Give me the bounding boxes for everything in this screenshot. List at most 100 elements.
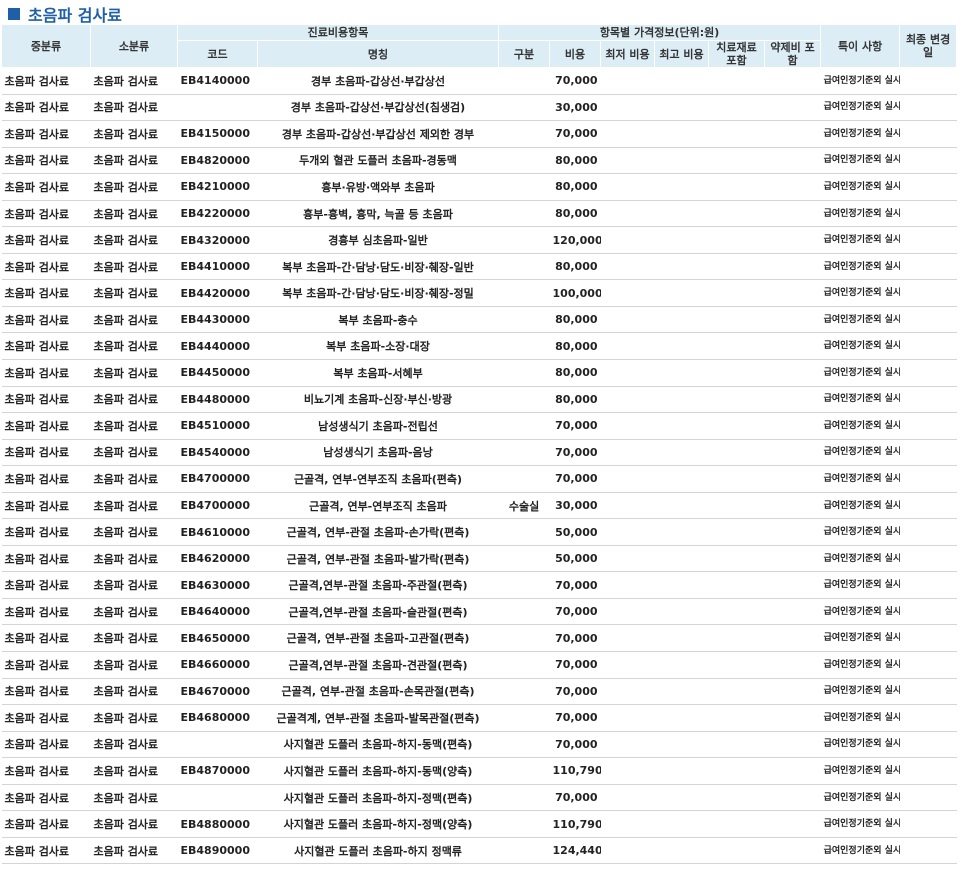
min-cost-cell: [600, 386, 655, 414]
type-cell: [498, 253, 550, 281]
material-cell: [708, 492, 765, 520]
item-name-cell: 근골격,연부-관절 초음파-주관절(편측): [257, 571, 499, 599]
material-cell: [708, 332, 765, 361]
cost-cell: 80,000: [549, 173, 601, 201]
sub-category-cell: 초음파 검사료: [90, 810, 178, 838]
min-cost-cell: [600, 492, 655, 520]
item-name-cell: 복부 초음파-소장·대장: [257, 332, 499, 361]
type-cell: [498, 306, 550, 334]
item-name-cell: 경흉부 심초음파-일반: [257, 226, 499, 254]
sub-category-cell: 초음파 검사료: [90, 757, 178, 785]
code-cell: EB4510000: [177, 412, 258, 440]
note-cell: 급여인정기준외 실시한경우비급여: [820, 279, 900, 307]
header-group-price: 항목별 가격정보(단위:원): [498, 24, 822, 41]
type-cell: [498, 704, 550, 732]
drug-cell: [764, 651, 821, 679]
max-cost-cell: [654, 598, 709, 626]
mid-category-cell: 초음파 검사료: [1, 253, 91, 281]
note-cell: 급여인정기준외 실시한경우비급여: [820, 492, 900, 520]
drug-cell: [764, 439, 821, 467]
mid-category-cell: 초음파 검사료: [1, 465, 91, 493]
note-cell: 급여인정기준외 실시한경우비급여: [820, 598, 900, 626]
type-cell: [498, 120, 550, 148]
max-cost-cell: [654, 332, 709, 361]
table-row: 초음파 검사료 초음파 검사료 EB4700000 근골격, 연부-연부조직 초음파(…: [1, 465, 957, 493]
table-row: 초음파 검사료 초음파 검사료 경부 초음파-갑상선·부갑상선(침생검) 30,000…: [1, 94, 957, 122]
sub-category-cell: 초음파 검사료: [90, 253, 178, 281]
cost-cell: 50,000: [549, 518, 601, 546]
min-cost-cell: [600, 332, 655, 361]
type-cell: [498, 67, 550, 95]
type-cell: [498, 147, 550, 175]
mid-category-cell: 초음파 검사료: [1, 94, 91, 122]
type-cell: [498, 731, 550, 759]
drug-cell: [764, 492, 821, 520]
min-cost-cell: [600, 704, 655, 732]
note-cell: 급여인정기준외 실시한경우비급여: [820, 386, 900, 414]
item-name-cell: 복부 초음파-충수: [257, 306, 499, 334]
table-row: 초음파 검사료 초음파 검사료 EB4870000 사지혈관 도플러 초음파-하지-동…: [1, 757, 957, 785]
max-cost-cell: [654, 439, 709, 467]
drug-cell: [764, 757, 821, 785]
table-row: 초음파 검사료 초음파 검사료 EB4510000 남성생식기 초음파-전립선 70,0…: [1, 412, 957, 440]
note-cell: 급여인정기준외 실시한경우비급여: [820, 94, 900, 122]
note-cell: 급여인정기준외 실시한경우비급여: [820, 332, 900, 361]
item-name-cell: 근골격, 연부-연부조직 초음파(편측): [257, 465, 499, 493]
cost-cell: 80,000: [549, 359, 601, 387]
header-cost: 비용: [549, 40, 602, 68]
header-drug-included: 약제비 포함: [764, 40, 822, 68]
item-name-cell: 복부 초음파-간·담낭·담도·비장·췌장-정밀: [257, 279, 499, 307]
material-cell: [708, 279, 765, 307]
cost-cell: 70,000: [549, 465, 601, 493]
drug-cell: [764, 704, 821, 732]
mid-category-cell: 초음파 검사료: [1, 571, 91, 599]
cost-cell: 80,000: [549, 386, 601, 414]
min-cost-cell: [600, 731, 655, 759]
header-type: 구분: [498, 40, 551, 68]
max-cost-cell: [654, 359, 709, 387]
cost-cell: 80,000: [549, 253, 601, 281]
item-name-cell: 사지혈관 도플러 초음파-하지 정맥류: [257, 837, 499, 865]
material-cell: [708, 226, 765, 254]
drug-cell: [764, 624, 821, 653]
min-cost-cell: [600, 147, 655, 175]
material-cell: [708, 94, 765, 122]
item-name-cell: 경부 초음파-갑상선·부갑상선(침생검): [257, 94, 499, 122]
sub-category-cell: 초음파 검사료: [90, 200, 178, 228]
max-cost-cell: [654, 651, 709, 679]
max-cost-cell: [654, 545, 709, 573]
changed-date-cell: [899, 200, 957, 228]
material-cell: [708, 173, 765, 201]
drug-cell: [764, 545, 821, 573]
type-cell: [498, 651, 550, 679]
material-cell: [708, 757, 765, 785]
sub-category-cell: 초음파 검사료: [90, 94, 178, 122]
min-cost-cell: [600, 94, 655, 122]
note-cell: 급여인정기준외 실시한경우비급여: [820, 253, 900, 281]
min-cost-cell: [600, 67, 655, 95]
max-cost-cell: [654, 94, 709, 122]
changed-date-cell: [899, 598, 957, 626]
changed-date-cell: [899, 253, 957, 281]
table-row: 초음파 검사료 초음파 검사료 사지혈관 도플러 초음파-하지-정맥(편측) 70,0…: [1, 784, 957, 812]
type-cell: 수술실: [498, 492, 550, 520]
changed-date-cell: [899, 94, 957, 122]
changed-date-cell: [899, 306, 957, 334]
note-cell: 급여인정기준외 실시한경우비급여: [820, 147, 900, 175]
item-name-cell: 경부 초음파-갑상선·부갑상선 제외한 경부: [257, 120, 499, 148]
note-cell: 급여인정기준외 실시한경우비급여: [820, 651, 900, 679]
table-row: 초음파 검사료 초음파 검사료 EB4700000 근골격, 연부-연부조직 초음파 수…: [1, 492, 957, 520]
max-cost-cell: [654, 306, 709, 334]
note-cell: 급여인정기준외 실시한경우비급여: [820, 439, 900, 467]
note-cell: 급여인정기준외 실시한경우비급여: [820, 624, 900, 653]
changed-date-cell: [899, 412, 957, 440]
max-cost-cell: [654, 279, 709, 307]
mid-category-cell: 초음파 검사료: [1, 67, 91, 95]
sub-category-cell: 초음파 검사료: [90, 147, 178, 175]
min-cost-cell: [600, 678, 655, 706]
cost-cell: 70,000: [549, 651, 601, 679]
code-cell: [177, 94, 258, 122]
drug-cell: [764, 279, 821, 307]
table-row: 초음파 검사료 초음파 검사료 EB4140000 경부 초음파-갑상선·부갑상선 70…: [1, 67, 957, 95]
note-cell: 급여인정기준외 실시한경우비급여: [820, 200, 900, 228]
